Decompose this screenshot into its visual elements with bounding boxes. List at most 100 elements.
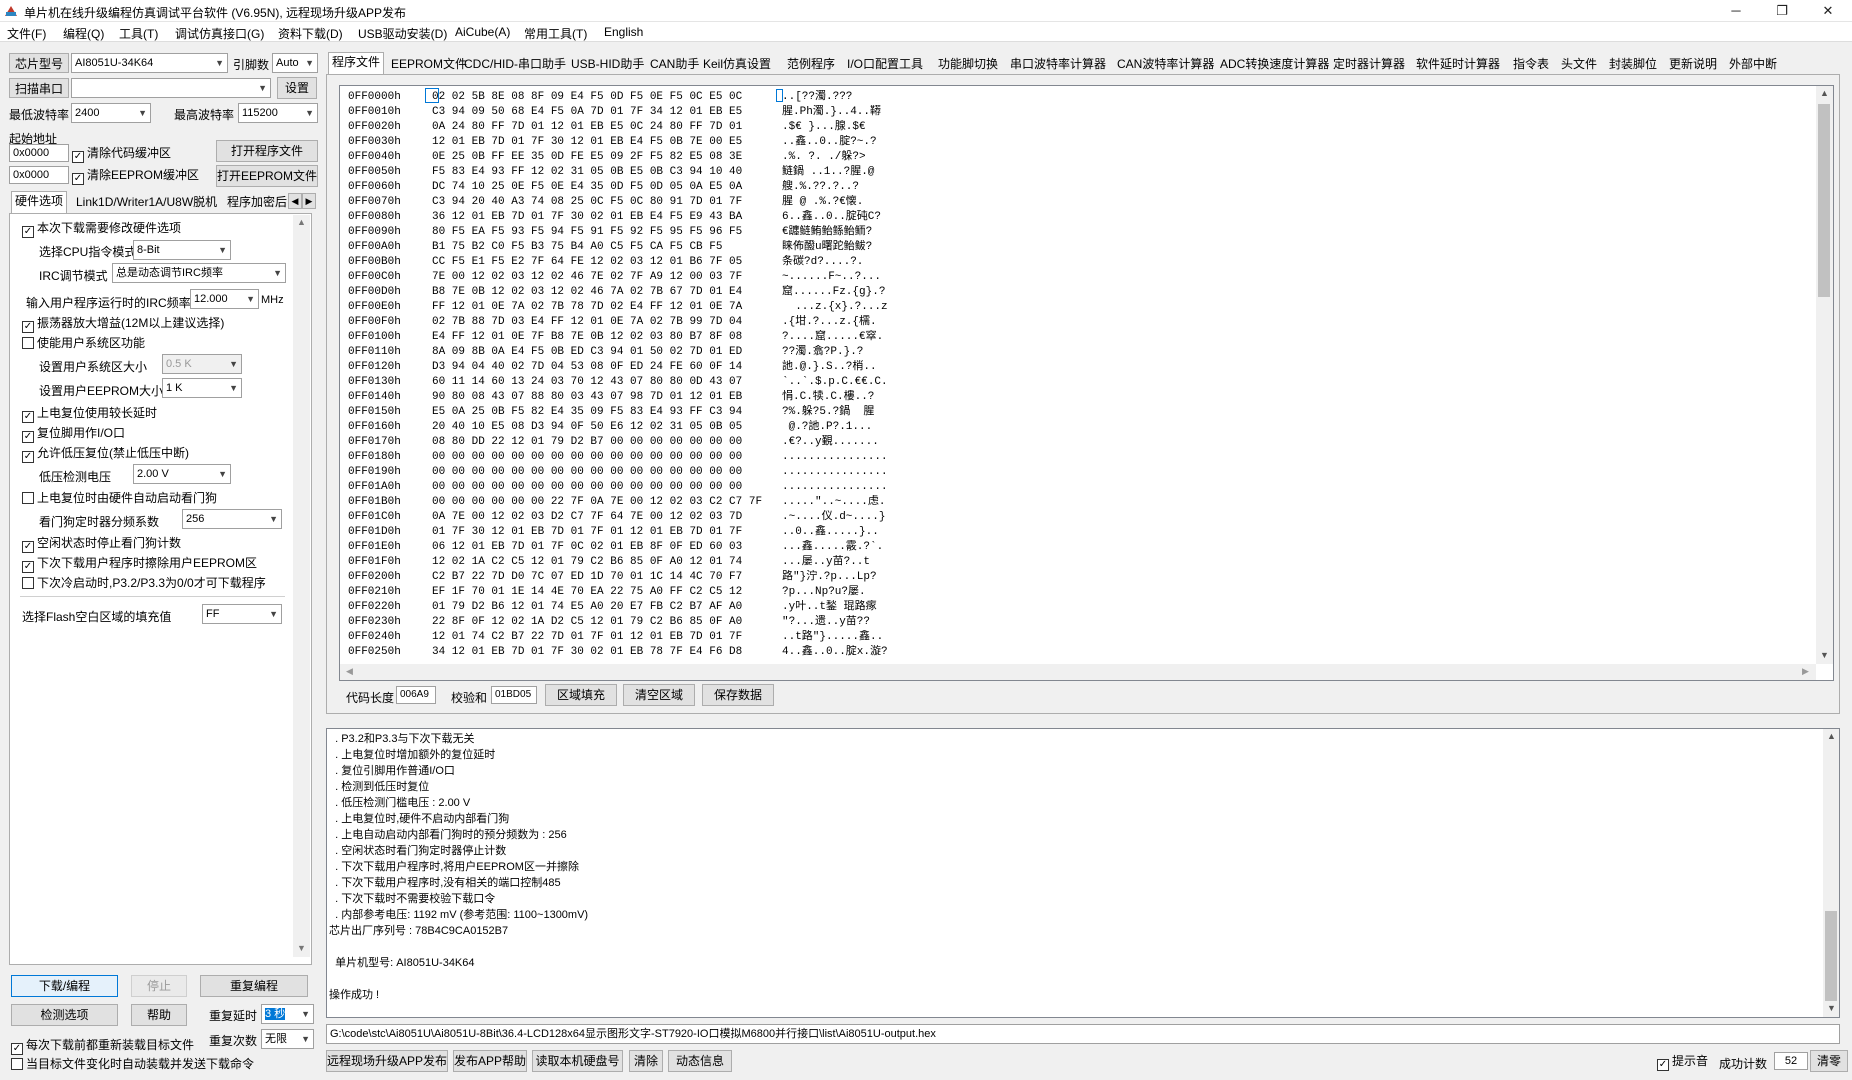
scrollbar-thumb[interactable]	[1825, 911, 1837, 1001]
scan-port-button[interactable]: 扫描串口	[9, 78, 69, 98]
port-select[interactable]: ▼	[71, 78, 271, 98]
open-program-file-button[interactable]: 打开程序文件	[216, 140, 318, 162]
allow-lvr-checkbox[interactable]: ✓ 允许低压复位(禁止低压中断)	[22, 446, 189, 463]
scroll-down-icon[interactable]: ▼	[1820, 650, 1829, 660]
tab-can-baud-calc[interactable]: CAN波特率计算器	[1114, 55, 1217, 73]
publish-help-button[interactable]: 发布APP帮助	[453, 1050, 527, 1072]
erase-eeprom-checkbox[interactable]: ✓ 下次下载用户程序时擦除用户EEPROM区	[22, 556, 257, 573]
scroll-up-icon[interactable]: ▲	[1820, 88, 1829, 98]
tab-release-notes[interactable]: 更新说明	[1666, 55, 1720, 73]
tab-instruction-table[interactable]: 指令表	[1510, 55, 1552, 73]
tab-scroll-left-icon[interactable]: ◀	[288, 193, 302, 209]
scroll-right-icon[interactable]: ▶	[1802, 666, 1809, 677]
wdt-div-select[interactable]: 256 ▼	[182, 509, 282, 529]
help-button[interactable]: 帮助	[131, 1004, 187, 1026]
clear-log-button[interactable]: 清除	[629, 1050, 663, 1072]
tab-keil-sim[interactable]: Keil仿真设置	[700, 55, 774, 73]
menu-file[interactable]: 文件(F)	[7, 25, 46, 42]
menu-common-tools[interactable]: 常用工具(T)	[524, 25, 587, 42]
scroll-up-icon[interactable]: ▲	[297, 217, 306, 227]
tab-ext-interrupt[interactable]: 外部中断	[1726, 55, 1780, 73]
tab-scroll-right-icon[interactable]: ▶	[302, 193, 316, 209]
menu-tools[interactable]: 工具(T)	[119, 25, 158, 42]
download-program-button[interactable]: 下载/编程	[11, 975, 118, 997]
stop-button[interactable]: 停止	[131, 975, 187, 997]
tab-examples[interactable]: 范例程序	[784, 55, 838, 73]
user-sys-area-checkbox[interactable]: 使能用户系统区功能	[22, 336, 145, 350]
hex-vertical-scrollbar[interactable]: ▲ ▼	[1816, 86, 1833, 664]
menu-english[interactable]: English	[604, 25, 643, 39]
tab-pin-switch[interactable]: 功能脚切换	[935, 55, 1001, 73]
menu-usb-driver[interactable]: USB驱动安装(D)	[358, 25, 447, 42]
tab-timer-calc[interactable]: 定时器计算器	[1330, 55, 1408, 73]
maximize-button[interactable]: ❐	[1759, 0, 1805, 22]
reload-each-checkbox[interactable]: ✓ 每次下载前都重新装载目标文件	[11, 1038, 194, 1055]
wdt-auto-checkbox[interactable]: 上电复位时由硬件自动启动看门狗	[22, 491, 217, 505]
hex-horizontal-scrollbar[interactable]: ◀ ▶	[340, 664, 1816, 680]
auto-reload-checkbox[interactable]: 当目标文件变化时自动装载并发送下载命令	[11, 1057, 254, 1071]
tab-header-file[interactable]: 头文件	[1558, 55, 1600, 73]
scroll-up-icon[interactable]: ▲	[1827, 731, 1836, 741]
repeat-delay-select[interactable]: 3 秒 ▼	[261, 1004, 314, 1024]
scroll-left-icon[interactable]: ◀	[346, 666, 353, 677]
idle-wdt-checkbox[interactable]: ✓ 空闲状态时停止看门狗计数	[22, 536, 181, 553]
menu-aicube[interactable]: AiCube(A)	[455, 25, 510, 39]
tab-eeprom-file[interactable]: EEPROM文件	[388, 55, 470, 73]
menu-downloads[interactable]: 资料下载(D)	[278, 25, 343, 42]
fill-area-button[interactable]: 区域填充	[545, 684, 617, 706]
clear-eeprom-checkbox[interactable]: ✓ 清除EEPROM缓冲区	[72, 168, 199, 185]
irc-mode-select[interactable]: 总是动态调节IRC频率 ▼	[112, 263, 286, 283]
dynamic-info-button[interactable]: 动态信息	[668, 1050, 732, 1072]
tab-adc-speed-calc[interactable]: ADC转换速度计算器	[1217, 55, 1332, 73]
hex-file-path[interactable]: G:\code\stc\Ai8051U\Ai8051U-8Bit\36.4-LC…	[326, 1024, 1840, 1044]
lvd-select[interactable]: 2.00 V ▼	[133, 464, 231, 484]
eeprom-address-input[interactable]: 0x0000	[9, 166, 69, 184]
hex-viewer[interactable]: 0FF0000h 02 02 5B 8E 08 8F 09 E4 F5 0D F5…	[339, 85, 1834, 681]
code-address-input[interactable]: 0x0000	[9, 144, 69, 162]
sys-size-select[interactable]: 0.5 K ▼	[162, 354, 242, 374]
log-vertical-scrollbar[interactable]: ▲ ▼	[1823, 729, 1839, 1017]
chip-model-select[interactable]: AI8051U-34K64 ▼	[71, 53, 228, 73]
tab-can-helper[interactable]: CAN助手	[647, 55, 702, 73]
clear-area-button[interactable]: 清空区域	[623, 684, 695, 706]
tab-io-config[interactable]: I/O口配置工具	[844, 55, 926, 73]
tab-usb-hid[interactable]: USB-HID助手	[568, 55, 647, 73]
tab-offline-writer[interactable]: Link1D/Writer1A/U8W脱机	[73, 193, 220, 211]
cpu-mode-select[interactable]: 8-Bit ▼	[133, 240, 231, 260]
max-baud-select[interactable]: 115200 ▼	[238, 103, 318, 123]
modify-hw-checkbox[interactable]: ✓ 本次下载需要修改硬件选项	[22, 221, 181, 238]
check-options-button[interactable]: 检测选项	[11, 1004, 118, 1026]
chip-model-button[interactable]: 芯片型号	[9, 53, 69, 73]
tab-encryption[interactable]: 程序加密后	[224, 193, 290, 211]
tab-package-pins[interactable]: 封装脚位	[1606, 55, 1660, 73]
tab-hardware-options[interactable]: 硬件选项	[11, 191, 68, 213]
beep-checkbox[interactable]: ✓ 提示音	[1657, 1054, 1708, 1071]
tab-soft-delay-calc[interactable]: 软件延时计算器	[1413, 55, 1503, 73]
long-delay-checkbox[interactable]: ✓ 上电复位使用较长延时	[22, 406, 157, 423]
repeat-count-select[interactable]: 无限 ▼	[261, 1029, 314, 1049]
reset-count-button[interactable]: 清零	[1810, 1050, 1848, 1072]
scroll-down-icon[interactable]: ▼	[297, 943, 306, 953]
cold-start-checkbox[interactable]: 下次冷启动时,P3.2/P3.3为0/0才可下载程序	[22, 576, 266, 590]
menu-debug[interactable]: 调试仿真接口(G)	[175, 25, 264, 42]
read-hdd-button[interactable]: 读取本机硬盘号	[532, 1050, 623, 1072]
scrollbar-thumb[interactable]	[1818, 104, 1830, 297]
settings-button[interactable]: 设置	[277, 77, 317, 99]
save-data-button[interactable]: 保存数据	[702, 684, 774, 706]
clear-code-checkbox[interactable]: ✓ 清除代码缓冲区	[72, 146, 171, 163]
pin-count-select[interactable]: Auto ▼	[272, 53, 318, 73]
remote-publish-button[interactable]: 远程现场升级APP发布	[326, 1050, 448, 1072]
tab-uart-baud-calc[interactable]: 串口波特率计算器	[1007, 55, 1109, 73]
eeprom-size-select[interactable]: 1 K ▼	[162, 378, 242, 398]
open-eeprom-file-button[interactable]: 打开EEPROM文件	[216, 165, 318, 187]
tab-program-file[interactable]: 程序文件	[328, 52, 385, 74]
output-log[interactable]: . P3.2和P3.3与下次下载无关 . 上电复位时增加额外的复位延时 . 复位…	[326, 728, 1840, 1018]
tab-cdc-hid-serial[interactable]: CDC/HID-串口助手	[461, 55, 569, 73]
hardware-options-scrollbar[interactable]: ▲ ▼	[293, 215, 310, 957]
minimize-button[interactable]: ─	[1713, 0, 1759, 22]
irc-freq-select[interactable]: 12.000 ▼	[190, 289, 259, 309]
menu-program[interactable]: 编程(Q)	[63, 25, 104, 42]
close-button[interactable]: ✕	[1805, 0, 1851, 22]
min-baud-select[interactable]: 2400 ▼	[71, 103, 151, 123]
scroll-down-icon[interactable]: ▼	[1827, 1003, 1836, 1013]
